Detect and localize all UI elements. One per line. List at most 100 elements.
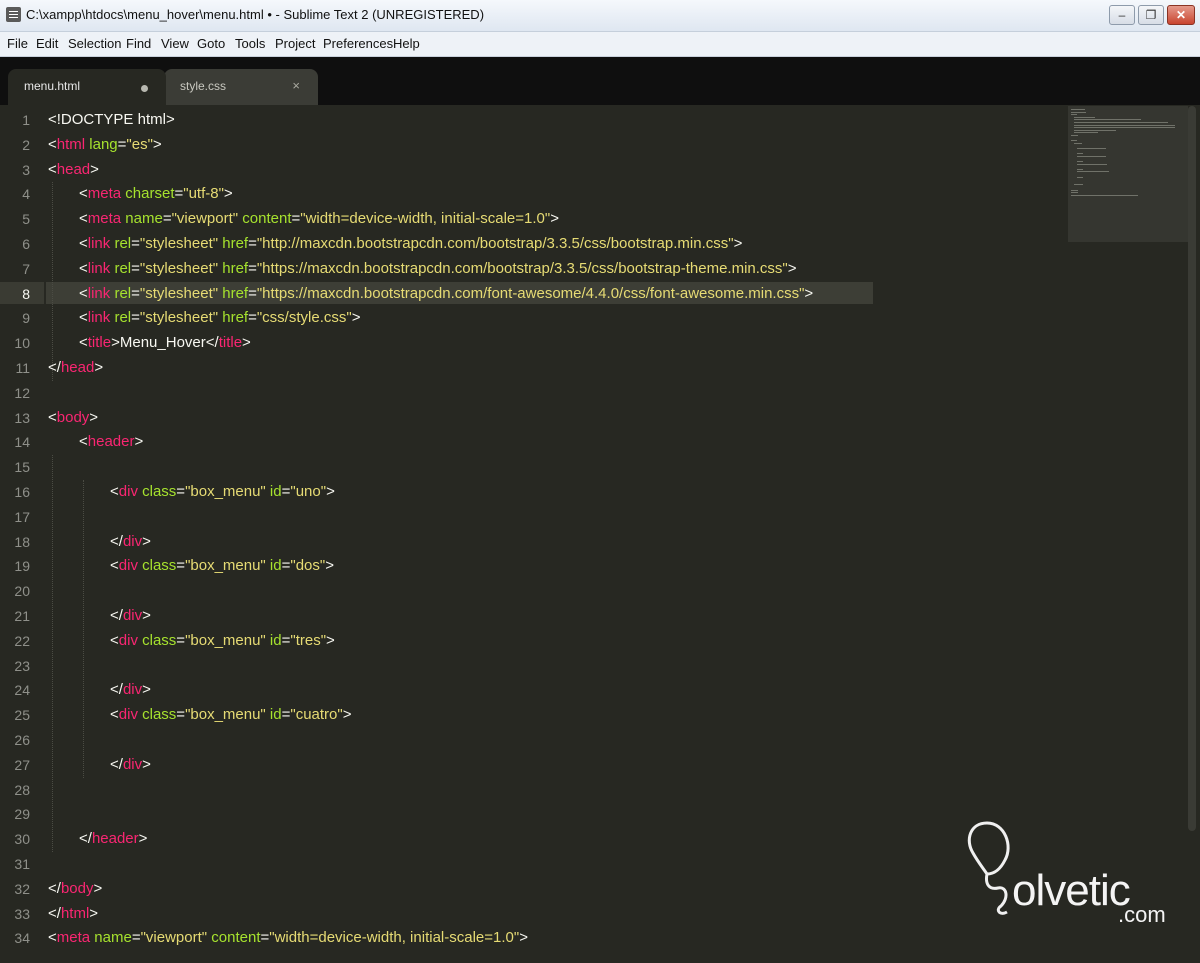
code-line[interactable]: 2 <html lang="es"> [0, 133, 1060, 158]
code-line[interactable]: 1 <!DOCTYPE html> [0, 108, 1060, 133]
code-line[interactable]: 19 <div class="box_menu" id="dos"> [0, 554, 1060, 579]
menu-file[interactable]: File [7, 36, 28, 51]
line-number: 32 [14, 880, 30, 897]
line-number: 20 [14, 583, 30, 600]
line-number: 1 [22, 112, 30, 128]
code-line[interactable]: 24 </div> [0, 678, 1060, 703]
text-token: > [142, 532, 151, 550]
code-line[interactable]: 27 </div> [0, 753, 1060, 778]
code-line[interactable]: 12 [0, 381, 1060, 406]
menu-goto[interactable]: Goto [197, 36, 225, 51]
tag-token: html [56, 135, 86, 153]
menu-tools[interactable]: Tools [235, 36, 265, 51]
text-token: </ [110, 607, 123, 624]
text-token: = [162, 210, 172, 228]
string-token: "es" [126, 135, 153, 153]
tab-label: menu.html [24, 79, 81, 93]
text-token: </ [110, 681, 123, 699]
code-line[interactable]: 14 <header> [0, 430, 1060, 455]
code-line[interactable]: 5 <meta name="viewport" content="width=de… [0, 207, 1060, 232]
menu-find[interactable]: Find [126, 36, 151, 51]
code-line[interactable]: 30 </header> [0, 827, 1060, 852]
text-token: > [142, 681, 151, 699]
tab-style-css[interactable]: style.css × [164, 69, 318, 105]
menu-help[interactable]: Help [393, 36, 420, 51]
code-text: </head> [48, 359, 103, 376]
string-token: "tres" [290, 631, 327, 649]
code-line[interactable]: 4 <meta charset="utf-8"> [0, 182, 1060, 207]
line-number: 23 [14, 657, 30, 674]
tag-token: div [122, 607, 143, 624]
code-line[interactable]: 25 <div class="box_menu" id="cuatro"> [0, 703, 1060, 728]
code-line[interactable]: 7 <link rel="stylesheet" href="https://ma… [0, 257, 1060, 282]
string-token: "stylesheet" [139, 309, 219, 327]
title-bar: C:\xampp\htdocs\menu_hover\menu.html • -… [0, 0, 1200, 32]
line-number: 27 [14, 756, 30, 773]
text-token: = [131, 259, 140, 277]
restore-icon: ❐ [1145, 8, 1157, 22]
maximize-button[interactable]: ❐ [1138, 5, 1164, 25]
text-token: = [248, 284, 257, 302]
minimap[interactable] [1068, 106, 1188, 242]
code-line[interactable]: 34 <meta name="viewport" content="width=d… [0, 926, 1060, 951]
line-number: 6 [22, 236, 30, 252]
minimap-line [1071, 135, 1078, 136]
line-number: 34 [14, 930, 30, 947]
attribute-token: class [137, 483, 177, 500]
tab-menu-html[interactable]: menu.html [8, 69, 166, 105]
vertical-scrollbar[interactable] [1188, 106, 1196, 831]
unsaved-dot-icon[interactable] [141, 85, 148, 92]
code-line[interactable]: 33 </html> [0, 902, 1060, 927]
code-line[interactable]: 3 <head> [0, 158, 1060, 183]
code-line[interactable]: 11 </head> [0, 356, 1060, 381]
code-line[interactable]: 13 <body> [0, 406, 1060, 431]
menu-edit[interactable]: Edit [36, 36, 58, 51]
menu-view[interactable]: View [161, 36, 189, 51]
code-line[interactable]: 29 [0, 802, 1060, 827]
minimap-line [1077, 161, 1083, 162]
code-text: </body> [48, 880, 102, 897]
minimap-line [1074, 124, 1175, 126]
line-number: 29 [14, 806, 30, 823]
code-line[interactable]: 31 [0, 852, 1060, 877]
code-line[interactable]: 8 <link rel="stylesheet" href="https://ma… [0, 282, 1060, 307]
minimap-line [1077, 155, 1107, 157]
code-line[interactable]: 20 [0, 579, 1060, 604]
text-token: = [291, 210, 301, 228]
code-line[interactable]: 23 [0, 654, 1060, 679]
string-token: "box_menu" [185, 631, 266, 649]
menu-preferences[interactable]: Preferences [323, 36, 393, 51]
text-token: < [110, 483, 119, 500]
code-line[interactable]: 17 [0, 505, 1060, 530]
code-line[interactable]: 28 [0, 778, 1060, 803]
attribute-token: href [218, 284, 249, 302]
minimize-button[interactable]: – [1109, 5, 1135, 25]
menu-selection[interactable]: Selection [68, 36, 121, 51]
line-number: 10 [14, 335, 30, 352]
tag-token: header [91, 830, 139, 848]
code-line[interactable]: 26 [0, 728, 1060, 753]
code-text: </div> [110, 681, 151, 698]
text-token: < [110, 557, 119, 575]
code-line[interactable]: 22 <div class="box_menu" id="tres"> [0, 629, 1060, 654]
string-token: "utf-8" [183, 185, 224, 203]
sublime-app-icon[interactable] [6, 7, 21, 22]
attribute-token: href [218, 309, 249, 327]
line-number: 21 [14, 608, 30, 624]
text-token: <!DOCTYPE html> [48, 111, 175, 128]
code-line[interactable]: 32 </body> [0, 877, 1060, 902]
menu-project[interactable]: Project [275, 36, 315, 51]
code-line[interactable]: 10 <title>Menu_Hover</title> [0, 331, 1060, 356]
code-line[interactable]: 6 <link rel="stylesheet" href="http://max… [0, 232, 1060, 257]
code-line[interactable]: 18 </div> [0, 530, 1060, 555]
close-tab-icon[interactable]: × [292, 78, 300, 93]
code-line[interactable]: 9 <link rel="stylesheet" href="css/style.… [0, 306, 1060, 331]
line-number: 11 [15, 360, 30, 376]
code-line[interactable]: 21 </div> [0, 604, 1060, 629]
minimap-line [1071, 109, 1086, 110]
code-line[interactable]: 16 <div class="box_menu" id="uno"> [0, 480, 1060, 505]
close-window-button[interactable]: ✕ [1167, 5, 1195, 25]
code-text: </html> [48, 905, 98, 922]
line-number: 7 [22, 260, 30, 277]
code-line[interactable]: 15 [0, 455, 1060, 480]
